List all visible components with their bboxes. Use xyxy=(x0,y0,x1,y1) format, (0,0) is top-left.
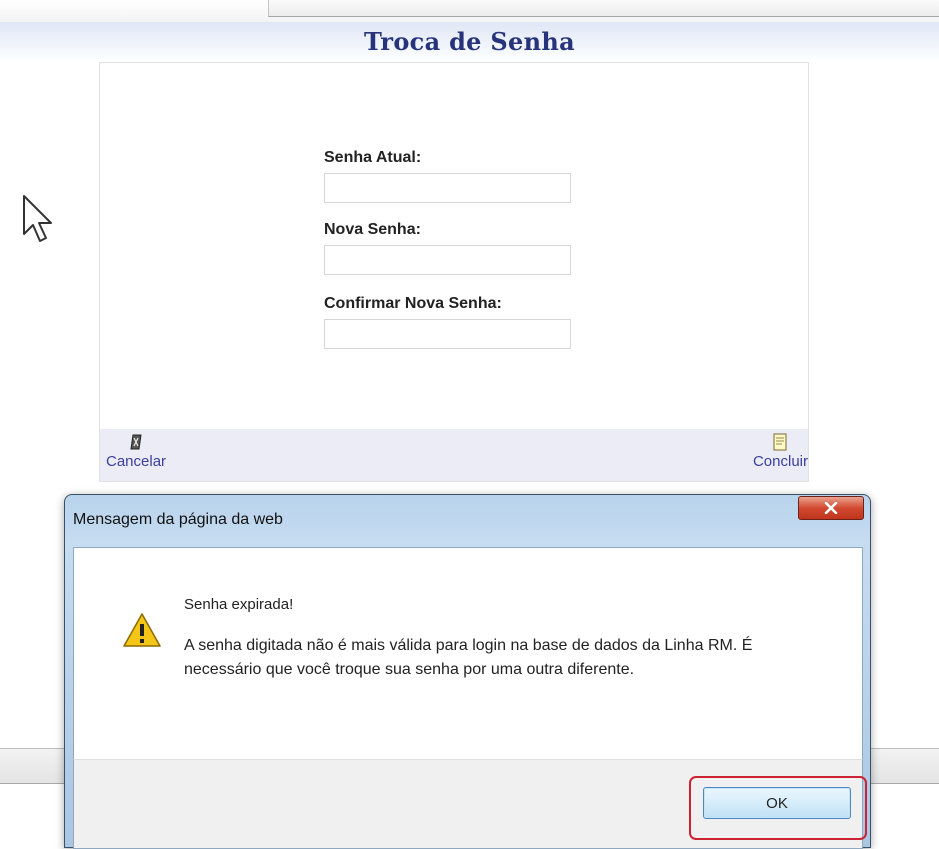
panel-footer: Cancelar Concluir xyxy=(100,429,808,481)
dialog-footer: OK xyxy=(73,759,867,849)
current-password-field[interactable] xyxy=(324,173,571,203)
browser-top-strip xyxy=(0,0,939,22)
confirm-password-label: Confirmar Nova Senha: xyxy=(324,295,502,312)
confirm-password-field[interactable] xyxy=(324,319,571,349)
warning-icon xyxy=(123,613,161,647)
cancel-label: Cancelar xyxy=(106,453,167,470)
document-icon xyxy=(773,433,787,451)
dialog-body: Senha expirada! A senha digitada não é m… xyxy=(73,547,863,760)
finish-button[interactable]: Concluir xyxy=(753,433,808,470)
new-password-label: Nova Senha: xyxy=(324,221,421,238)
ok-button[interactable]: OK xyxy=(703,787,851,819)
finish-label: Concluir xyxy=(752,453,808,470)
dialog-title: Mensagem da página da web xyxy=(73,511,283,528)
close-icon xyxy=(824,502,838,514)
dialog-close-button[interactable] xyxy=(798,496,864,520)
dialog-message: A senha digitada não é mais válida para … xyxy=(184,637,753,678)
message-dialog: Mensagem da página da web Senha expirada… xyxy=(64,494,871,849)
cancel-button[interactable]: Cancelar xyxy=(106,433,166,470)
password-change-panel: Senha Atual: Nova Senha: Confirmar Nova … xyxy=(99,62,809,482)
dialog-heading: Senha expirada! xyxy=(184,596,294,613)
page-title: Troca de Senha xyxy=(364,27,575,56)
new-password-field[interactable] xyxy=(324,245,571,275)
current-password-label: Senha Atual: xyxy=(324,149,422,166)
cancel-icon xyxy=(130,434,142,450)
browser-tab-edge xyxy=(268,0,939,17)
mouse-cursor-icon xyxy=(22,194,54,249)
page-header: Troca de Senha xyxy=(0,22,939,62)
